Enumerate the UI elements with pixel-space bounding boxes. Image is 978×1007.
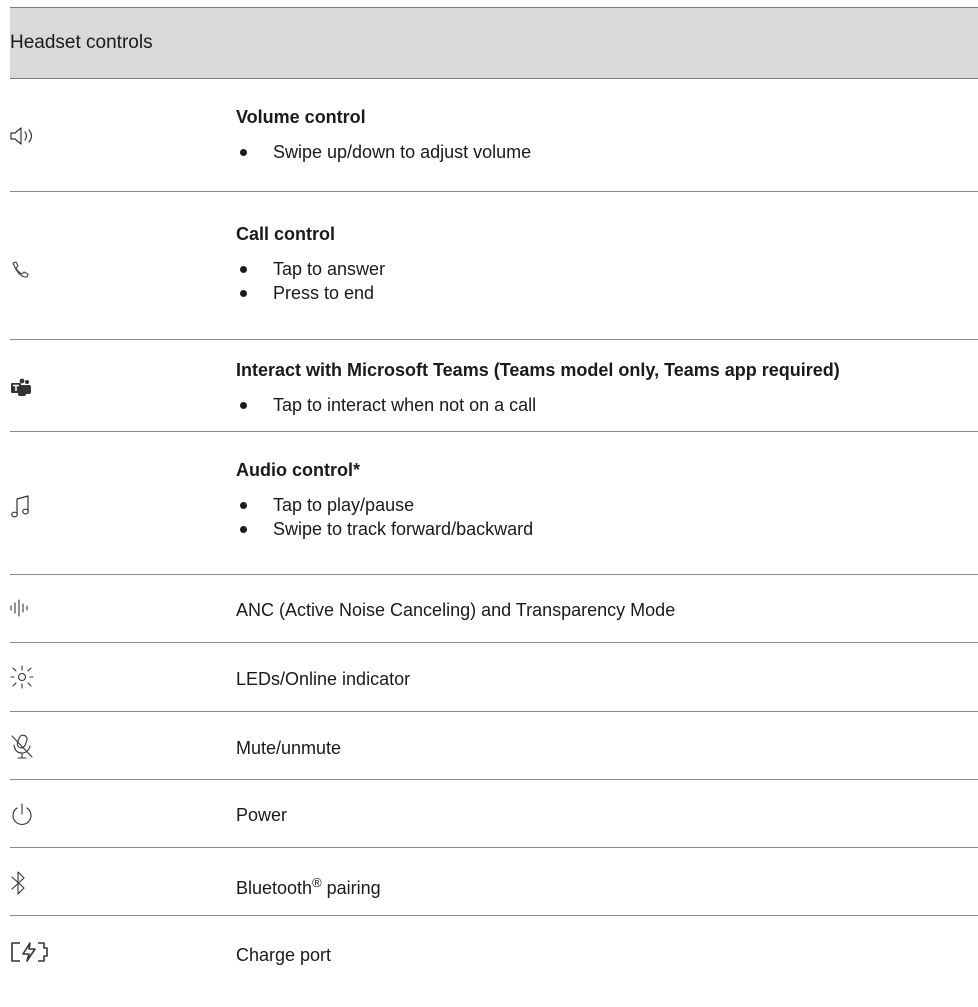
row-text: Power (236, 805, 288, 825)
teams-icon (10, 378, 50, 398)
row-text: Mute/unmute (236, 738, 342, 758)
row-charge-port: Charge port (10, 916, 978, 988)
row-anc: ANC (Active Noise Canceling) and Transpa… (10, 575, 978, 643)
row-text: Bluetooth® pairing (236, 872, 978, 899)
row-title: Audio control* (236, 460, 360, 480)
list-item: Swipe up/down to adjust volume (236, 140, 978, 164)
row-bluetooth: Bluetooth® pairing (10, 848, 978, 916)
led-icon (10, 665, 50, 689)
list-item: Tap to answer (236, 257, 978, 281)
row-title: Call control (236, 224, 336, 244)
bluetooth-icon (10, 870, 50, 896)
list-item: Tap to play/pause (236, 493, 978, 517)
list-item: Press to end (236, 281, 978, 305)
row-text: LEDs/Online indicator (236, 669, 411, 689)
row-audio-control: Audio control* Tap to play/pause Swipe t… (10, 432, 978, 575)
volume-icon (10, 126, 50, 146)
power-icon (10, 803, 50, 827)
list-item: Swipe to track forward/backward (236, 517, 978, 541)
row-title: Volume control (236, 107, 366, 127)
row-power: Power (10, 780, 978, 848)
row-title: Interact with Microsoft Teams (Teams mod… (236, 360, 840, 380)
row-call-control: Call control Tap to answer Press to end (10, 192, 978, 340)
row-text: ANC (Active Noise Canceling) and Transpa… (236, 600, 676, 620)
row-leds: LEDs/Online indicator (10, 643, 978, 712)
bluetooth-label: Bluetooth (236, 878, 313, 898)
row-volume-control: Volume control Swipe up/down to adjust v… (10, 79, 978, 192)
anc-waveform-icon (10, 599, 50, 617)
registered-mark: ® (312, 875, 322, 890)
music-note-icon (10, 495, 50, 519)
list-item: Tap to interact when not on a call (236, 393, 978, 417)
phone-icon (10, 260, 50, 280)
bluetooth-label-rest: pairing (321, 878, 381, 898)
table-header: Headset controls (10, 7, 978, 79)
mute-mic-icon (10, 734, 50, 760)
headset-controls-table: Headset controls Volume control Swipe up… (10, 7, 978, 988)
row-mute: Mute/unmute (10, 712, 978, 780)
row-microsoft-teams: Interact with Microsoft Teams (Teams mod… (10, 340, 978, 432)
row-text: Charge port (236, 945, 332, 965)
table-header-title: Headset controls (10, 32, 153, 53)
charge-port-icon (10, 940, 50, 964)
